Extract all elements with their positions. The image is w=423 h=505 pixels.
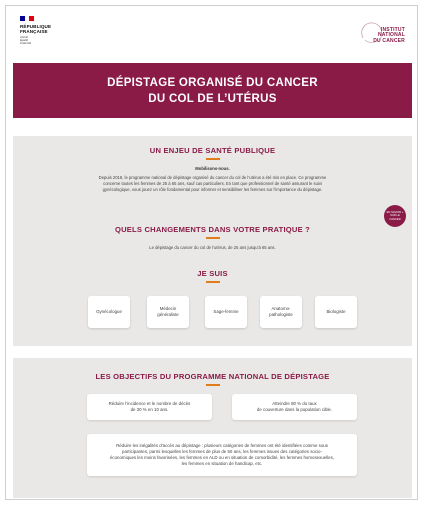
card3-line4: les femmes en situation de handicap, etc…	[181, 461, 263, 466]
option-label-line2: pathologiste	[269, 312, 293, 317]
objectifs-section: LES OBJECTIFS DU PROGRAMME NATIONAL DE D…	[13, 358, 412, 498]
title-underline	[205, 281, 220, 283]
site-header: RÉPUBLIQUE FRANÇAISE Liberté Égalité Fra…	[6, 6, 417, 62]
republique-francaise-logo[interactable]: RÉPUBLIQUE FRANÇAISE Liberté Égalité Fra…	[20, 16, 60, 45]
card1-line2: de 30 % en 10 ans.	[130, 407, 169, 412]
objectif-card-inegalites: Réduire les inégalités d’accès au dépist…	[87, 434, 357, 476]
french-flag-icon	[20, 16, 35, 21]
objectif-card-couverture: Atteindre 80 % du taux de couverture dan…	[232, 394, 357, 420]
enjeu-subtitle: Mobilisons-nous.	[195, 165, 230, 171]
rf-motto: Liberté Égalité Fraternité	[20, 36, 60, 45]
enjeu-title: UN ENJEU DE SANTÉ PUBLIQUE	[149, 146, 276, 155]
option-sage-femme[interactable]: Sage-femme	[205, 296, 247, 328]
changements-title: QUELS CHANGEMENTS DANS VOTRE PRATIQUE ?	[115, 225, 310, 234]
option-anatomo-pathologiste[interactable]: Anatomo- pathologiste	[260, 296, 302, 328]
rf-logo-line2: FRANÇAISE	[20, 29, 48, 34]
title-underline	[205, 158, 220, 160]
card2-line2: de couverture dans la population cible.	[256, 407, 333, 412]
hero-banner: DÉPISTAGE ORGANISÉ DU CANCER DU COL DE L…	[13, 63, 412, 118]
inca-logo-text: INSTITUT NATIONAL DU CANCER	[373, 27, 405, 44]
inca-logo-line3: DU CANCER	[373, 37, 405, 44]
rf-motto-fraternite: Fraternité	[20, 42, 32, 45]
title-underline	[205, 237, 220, 239]
badge-line3: CANCER	[389, 217, 401, 221]
title-underline	[205, 384, 220, 386]
enjeu-section: UN ENJEU DE SANTÉ PUBLIQUE Mobilisons-no…	[13, 136, 412, 346]
option-label: Biologiste	[326, 309, 346, 315]
enjeu-text-line3: gynécologique, vous jouez un rôle fondam…	[102, 186, 323, 192]
je-suis-title: JE SUIS	[197, 269, 228, 278]
option-label-line2: généraliste	[157, 312, 179, 317]
page: RÉPUBLIQUE FRANÇAISE Liberté Égalité Fra…	[5, 5, 418, 500]
option-gynecologue[interactable]: Gynécologue	[88, 296, 130, 328]
page-title-line1: DÉPISTAGE ORGANISÉ DU CANCER	[107, 76, 318, 89]
option-biologiste[interactable]: Biologiste	[315, 296, 357, 328]
option-label: Gynécologue	[96, 309, 122, 315]
option-label: Sage-femme	[213, 309, 239, 315]
objectif-card-incidence: Réduire l’incidence et le nombre de décè…	[87, 394, 212, 420]
institut-national-du-cancer-logo[interactable]: INSTITUT NATIONAL DU CANCER	[357, 18, 405, 52]
en-savoir-plus-cancer-button[interactable]: EN SAVOIR + SUR LE CANCER	[384, 205, 406, 227]
option-medecin-generaliste[interactable]: Médecin généraliste	[147, 296, 189, 328]
page-title-line2: DU COL DE L’UTÉRUS	[148, 92, 277, 105]
objectifs-title: LES OBJECTIFS DU PROGRAMME NATIONAL DE D…	[95, 372, 330, 381]
changements-text: Le dépistage du cancer du col de l’utéru…	[149, 244, 276, 250]
